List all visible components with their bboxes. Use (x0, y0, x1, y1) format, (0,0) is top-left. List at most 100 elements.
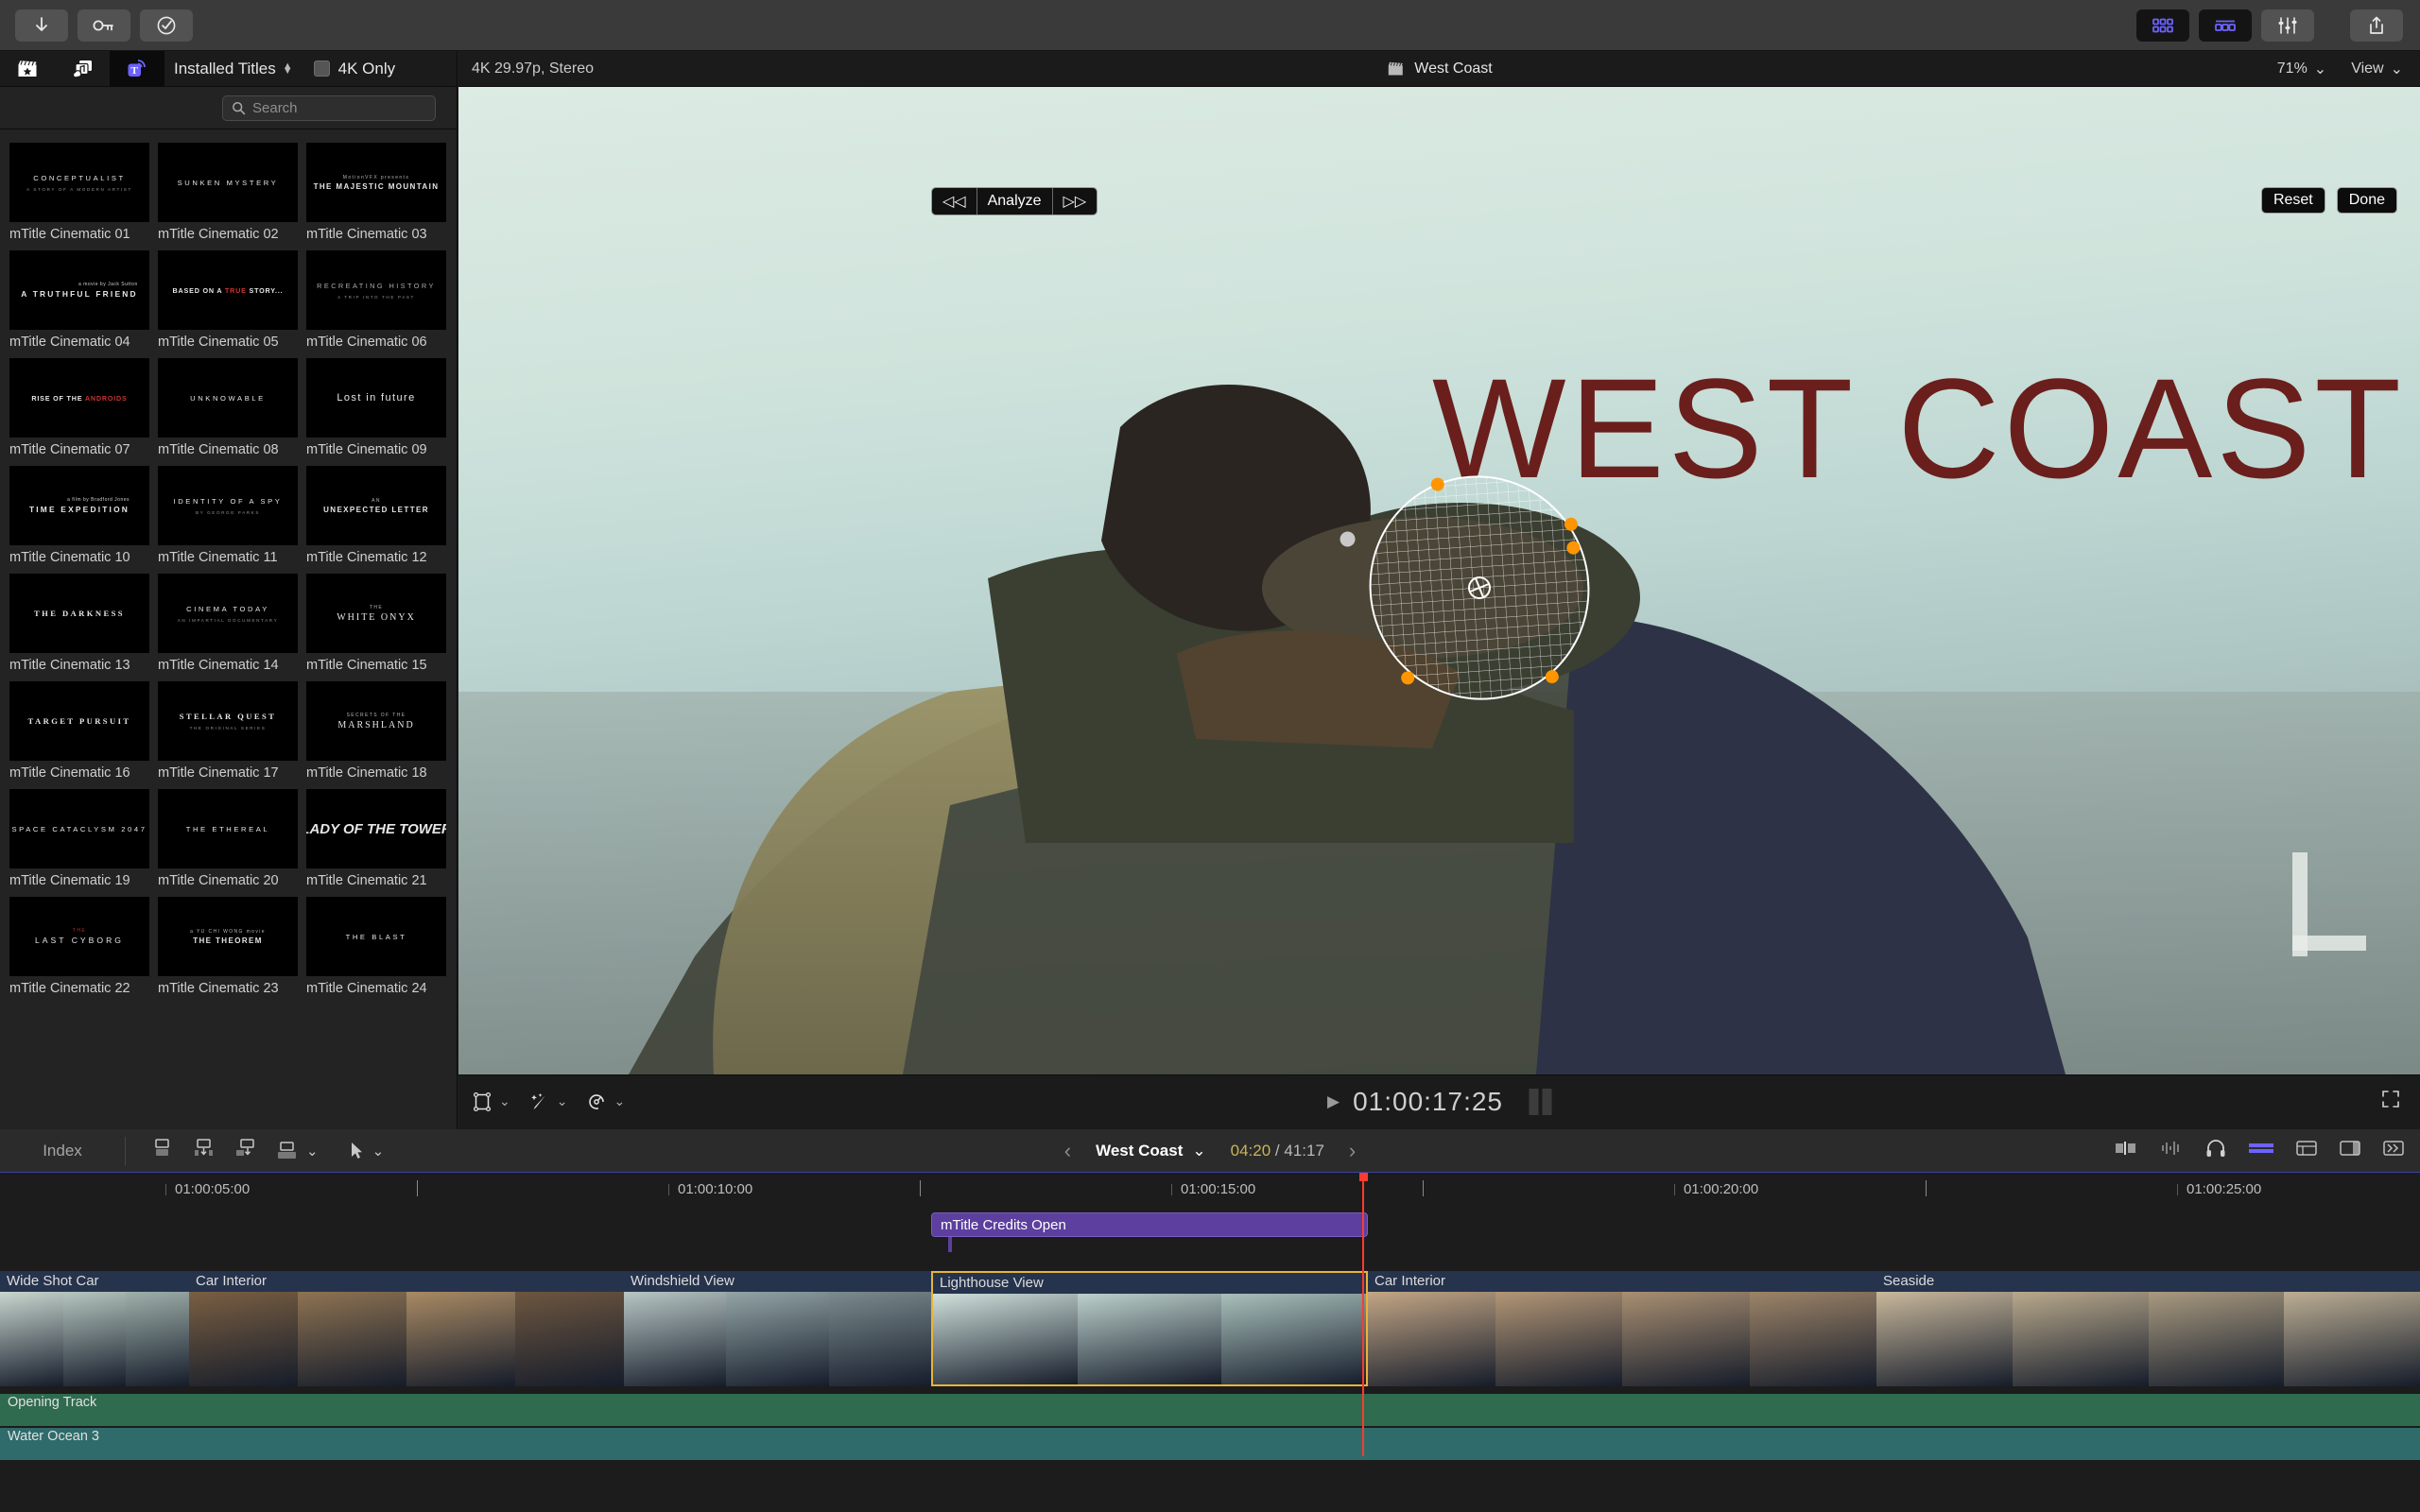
analyze-next-button[interactable]: ▷▷ (1053, 188, 1098, 215)
timeline-index-button[interactable] (2295, 1139, 2318, 1162)
skimming-button[interactable] (2114, 1139, 2138, 1162)
title-thumbnail[interactable]: MotionVFX presents THE MAJESTIC MOUNTAIN (306, 143, 446, 222)
tool-selector[interactable]: ⌄ (349, 1141, 385, 1161)
viewer-fullscreen-button[interactable] (2380, 1089, 2401, 1114)
category-selector[interactable]: Installed Titles ▲ ▼ (174, 60, 293, 78)
keyword-button[interactable] (78, 9, 130, 42)
append-clip-button[interactable] (233, 1137, 258, 1164)
title-thumbnail[interactable]: AN UNEXPECTED LETTER (306, 466, 446, 545)
title-thumbnail[interactable]: BASED ON A TRUE STORY... (158, 250, 298, 330)
title-thumbnail[interactable]: STELLAR QUEST THE ORIGINAL SERIES (158, 681, 298, 761)
timeline-title-clip[interactable]: mTitle Credits Open (931, 1212, 1368, 1237)
title-item[interactable]: a YU CHI WONG movie THE THEOREM mTitle Cin… (158, 897, 298, 996)
search-input[interactable]: Search (222, 94, 436, 121)
title-item[interactable]: THE BLAST mTitle Cinematic 24 (306, 897, 446, 996)
chevron-down-icon[interactable]: ⌄ (557, 1093, 568, 1109)
title-thumbnail[interactable]: CONCEPTUALIST A STORY OF A MODERN ARTIST (9, 143, 149, 222)
chevron-down-icon[interactable]: ⌄ (614, 1093, 625, 1109)
prev-project-button[interactable]: ‹ (1064, 1139, 1071, 1163)
show-inspector-button[interactable] (2339, 1139, 2361, 1162)
title-item[interactable]: THE WHITE ONYX mTitle Cinematic 15 (306, 574, 446, 673)
insert-clip-button[interactable] (192, 1137, 216, 1164)
analyze-prev-button[interactable]: ◁◁ (932, 188, 977, 215)
timeline-clip[interactable]: Car Interior (189, 1271, 624, 1386)
done-button[interactable]: Done (2336, 187, 2397, 214)
analyze-button[interactable]: Analyze (977, 188, 1053, 215)
title-thumbnail[interactable]: CINEMA TODAY AN IMPARTIAL DOCUMENTARY (158, 574, 298, 653)
title-item[interactable]: RISE OF THE ANDROIDS mTitle Cinematic 07 (9, 358, 149, 457)
title-thumbnail[interactable]: RECREATING HISTORY A TRIP INTO THE PAST (306, 250, 446, 330)
title-item[interactable]: a film by Bradford Jones TIME EXPEDITION m… (9, 466, 149, 565)
timeline-project-menu[interactable]: West Coast ⌄ (1096, 1142, 1206, 1160)
favorite-rating-button[interactable] (140, 9, 193, 42)
timeline-audio-track[interactable]: Water Ocean 3 (0, 1428, 2420, 1460)
chevron-down-icon[interactable]: ⌄ (306, 1143, 319, 1160)
timeline-clip[interactable]: Car Interior (1368, 1271, 1876, 1386)
title-item[interactable]: AN UNEXPECTED LETTER mTitle Cinematic 12 (306, 466, 446, 565)
inspector-button[interactable] (2261, 9, 2314, 42)
color-mask-overlay[interactable] (1338, 465, 1621, 711)
title-item[interactable]: Lost in future mTitle Cinematic 09 (306, 358, 446, 457)
timeline-clip[interactable]: Seaside (1876, 1271, 2420, 1386)
transform-tool[interactable]: ⌄ (472, 1091, 510, 1112)
timeline-lanes[interactable]: mTitle Credits Open Wide Shot Car Car Inte… (0, 1173, 2420, 1512)
title-item[interactable]: THE DARKNESS mTitle Cinematic 13 (9, 574, 149, 673)
chevron-down-icon[interactable]: ⌄ (372, 1143, 385, 1160)
index-button[interactable]: Index (0, 1142, 125, 1160)
view-menu[interactable]: View ⌄ (2351, 60, 2403, 78)
title-item[interactable]: a movie by Jack Sutton A TRUTHFUL FRIEND m… (9, 250, 149, 350)
title-item[interactable]: LADY OF THE TOWER mTitle Cinematic 21 (306, 789, 446, 888)
title-item[interactable]: THE ETHEREAL mTitle Cinematic 20 (158, 789, 298, 888)
timeline-ruler[interactable]: 01:00:05:00 01:00:10:00 01:00:15:00 01:00:2… (0, 1173, 2420, 1212)
title-item[interactable]: SECRETS OF THE MARSHLAND mTitle Cinematic … (306, 681, 446, 781)
audio-meters-button[interactable] (2248, 1140, 2274, 1161)
viewer-timecode-group[interactable]: ▶ 01:00:17:25 (1327, 1087, 1551, 1117)
photos-audio-tab[interactable] (55, 51, 110, 87)
title-thumbnail[interactable]: THE WHITE ONYX (306, 574, 446, 653)
next-project-button[interactable]: › (1349, 1139, 1356, 1163)
timeline-clip[interactable]: Windshield View (624, 1271, 931, 1386)
title-thumbnail[interactable]: RISE OF THE ANDROIDS (9, 358, 149, 438)
title-thumbnail[interactable]: THE LAST CYBORG (9, 897, 149, 976)
solo-button[interactable] (2204, 1138, 2227, 1163)
title-thumbnail[interactable]: UNKNOWABLE (158, 358, 298, 438)
retime-tool[interactable]: ⌄ (586, 1091, 625, 1112)
title-thumbnail[interactable]: SECRETS OF THE MARSHLAND (306, 681, 446, 761)
title-item[interactable]: STELLAR QUEST THE ORIGINAL SERIES mTitle C… (158, 681, 298, 781)
timeline-clip[interactable]: Lighthouse View (931, 1271, 1368, 1386)
title-thumbnail[interactable]: a film by Bradford Jones TIME EXPEDITION (9, 466, 149, 545)
title-item[interactable]: CONCEPTUALIST A STORY OF A MODERN ARTIST m… (9, 143, 149, 242)
title-item[interactable]: UNKNOWABLE mTitle Cinematic 08 (158, 358, 298, 457)
title-thumbnail[interactable]: THE BLAST (306, 897, 446, 976)
title-thumbnail[interactable]: a YU CHI WONG movie THE THEOREM (158, 897, 298, 976)
titles-tab[interactable]: T (110, 51, 164, 87)
title-item[interactable]: RECREATING HISTORY A TRIP INTO THE PAST mT… (306, 250, 446, 350)
reset-button[interactable]: Reset (2260, 187, 2325, 214)
browser-toggle-button[interactable] (2136, 9, 2189, 42)
overwrite-clip-button[interactable]: ⌄ (275, 1140, 319, 1162)
title-item[interactable]: BASED ON A TRUE STORY... mTitle Cinematic… (158, 250, 298, 350)
title-item[interactable]: TARGET PURSUIT mTitle Cinematic 16 (9, 681, 149, 781)
title-thumbnail[interactable]: IDENTITY OF A SPY BY GEORGE PARKS (158, 466, 298, 545)
title-item[interactable]: IDENTITY OF A SPY BY GEORGE PARKS mTitle C… (158, 466, 298, 565)
title-thumbnail[interactable]: THE DARKNESS (9, 574, 149, 653)
titles-generators-tab[interactable] (0, 51, 55, 87)
chevron-down-icon[interactable]: ⌄ (499, 1093, 510, 1109)
title-item[interactable]: SPACE CATACLYSM 2047 mTitle Cinematic 19 (9, 789, 149, 888)
title-thumbnail[interactable]: Lost in future (306, 358, 446, 438)
title-item[interactable]: SUNKEN MYSTERY mTitle Cinematic 02 (158, 143, 298, 242)
analyze-control-group[interactable]: ◁◁ Analyze ▷▷ (931, 187, 1098, 215)
title-thumbnail[interactable]: SUNKEN MYSTERY (158, 143, 298, 222)
hide-timeline-button[interactable] (2382, 1139, 2405, 1162)
timeline-clip[interactable]: Wide Shot Car (0, 1271, 189, 1386)
title-thumbnail[interactable]: a movie by Jack Sutton A TRUTHFUL FRIEND (9, 250, 149, 330)
4k-only-checkbox[interactable] (313, 60, 330, 77)
playhead-knob[interactable] (1358, 1173, 1368, 1181)
zoom-level-menu[interactable]: 71% ⌄ (2277, 60, 2326, 78)
title-thumbnail[interactable]: TARGET PURSUIT (9, 681, 149, 761)
playhead[interactable] (1358, 1173, 1368, 1456)
title-item[interactable]: MotionVFX presents THE MAJESTIC MOUNTAIN m… (306, 143, 446, 242)
title-item[interactable]: THE LAST CYBORG mTitle Cinematic 22 (9, 897, 149, 996)
title-item[interactable]: CINEMA TODAY AN IMPARTIAL DOCUMENTARY mTit… (158, 574, 298, 673)
share-button[interactable] (2350, 9, 2403, 42)
